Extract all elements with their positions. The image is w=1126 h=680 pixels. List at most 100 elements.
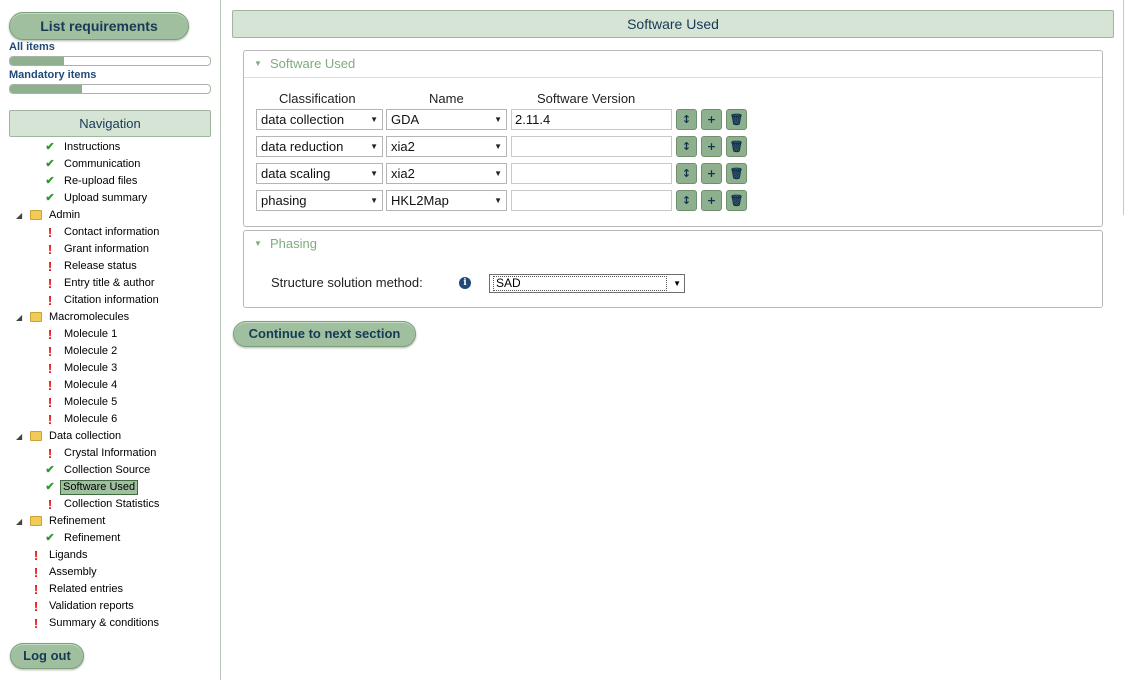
name-select[interactable]: GDA ▼ xyxy=(386,109,507,130)
nav-item[interactable]: ! Molecule 5 xyxy=(0,394,220,411)
name-value: xia2 xyxy=(391,139,415,154)
name-select[interactable]: HKL2Map ▼ xyxy=(386,190,507,211)
collapse-triangle-icon: ▼ xyxy=(254,59,262,68)
add-row-button[interactable]: + xyxy=(701,136,722,157)
nav-item[interactable]: ! Molecule 3 xyxy=(0,360,220,377)
expand-triangle-icon[interactable]: ◢ xyxy=(16,513,22,530)
delete-row-button[interactable]: 🗑 xyxy=(726,136,747,157)
move-row-button[interactable]: ↕ xyxy=(676,163,697,184)
delete-row-button[interactable]: 🗑 xyxy=(726,190,747,211)
nav-item[interactable]: ! Summary & conditions xyxy=(0,615,220,632)
trash-icon: 🗑 xyxy=(729,140,744,153)
nav-item[interactable]: ◢ Refinement xyxy=(0,513,220,530)
nav-item[interactable]: ◢ Macromolecules xyxy=(0,309,220,326)
nav-item-label: Validation reports xyxy=(49,600,134,612)
nav-item[interactable]: ! Assembly xyxy=(0,564,220,581)
nav-item-label: Instructions xyxy=(64,141,121,153)
plus-icon: + xyxy=(706,194,717,207)
software-version-input[interactable] xyxy=(511,163,672,184)
software-row: phasing ▼ HKL2Map ▼ ↕ + 🗑 xyxy=(256,190,756,212)
delete-row-button[interactable]: 🗑 xyxy=(726,109,747,130)
nav-item-label: Summary & conditions xyxy=(49,617,160,629)
nav-item[interactable]: ! Collection Statistics xyxy=(0,496,220,513)
nav-item[interactable]: ✔ Upload summary xyxy=(0,190,220,207)
expand-triangle-icon[interactable]: ◢ xyxy=(16,309,22,326)
move-row-button[interactable]: ↕ xyxy=(676,190,697,211)
nav-item[interactable]: ! Related entries xyxy=(0,581,220,598)
classification-select[interactable]: phasing ▼ xyxy=(256,190,383,211)
nav-item[interactable]: ! Molecule 2 xyxy=(0,343,220,360)
nav-item-label: Macromolecules xyxy=(49,311,130,323)
software-version-input[interactable] xyxy=(511,136,672,157)
classification-select[interactable]: data collection ▼ xyxy=(256,109,383,130)
navigation-header: Navigation xyxy=(9,110,211,137)
nav-item[interactable]: ◢ Data collection xyxy=(0,428,220,445)
nav-item-label: Software Used xyxy=(60,480,139,495)
chevron-down-icon: ▼ xyxy=(370,115,378,124)
move-row-button[interactable]: ↕ xyxy=(676,136,697,157)
info-icon[interactable]: i xyxy=(459,277,471,289)
nav-item[interactable]: ✔ Refinement xyxy=(0,530,220,547)
name-select[interactable]: xia2 ▼ xyxy=(386,163,507,184)
nav-item[interactable]: ! Ligands xyxy=(0,547,220,564)
classification-select[interactable]: data reduction ▼ xyxy=(256,136,383,157)
move-row-button[interactable]: ↕ xyxy=(676,109,697,130)
add-row-button[interactable]: + xyxy=(701,109,722,130)
structure-solution-method-select[interactable]: SAD ▼ xyxy=(489,274,685,293)
nav-item[interactable]: ✔ Instructions xyxy=(0,139,220,156)
navigation-tree: ✔ Instructions ✔ Communication ✔ Re-upload fi… xyxy=(0,139,220,632)
chevron-down-icon: ▼ xyxy=(494,196,502,205)
phasing-panel-header[interactable]: ▼ Phasing xyxy=(244,231,1102,258)
expand-triangle-icon[interactable]: ◢ xyxy=(16,207,22,224)
move-arrows-icon: ↕ xyxy=(681,167,692,180)
nav-item[interactable]: ✔ Collection Source xyxy=(0,462,220,479)
exclamation-icon: ! xyxy=(33,616,39,631)
nav-item[interactable]: ! Validation reports xyxy=(0,598,220,615)
nav-item[interactable]: ! Crystal Information xyxy=(0,445,220,462)
nav-item[interactable]: ! Molecule 6 xyxy=(0,411,220,428)
nav-item[interactable]: ✔ Communication xyxy=(0,156,220,173)
delete-row-button[interactable]: 🗑 xyxy=(726,163,747,184)
software-version-input[interactable]: 2.11.4 xyxy=(511,109,672,130)
nav-item[interactable]: ! Grant information xyxy=(0,241,220,258)
expand-triangle-icon[interactable]: ◢ xyxy=(16,428,22,445)
nav-item[interactable]: ! Molecule 1 xyxy=(0,326,220,343)
trash-icon: 🗑 xyxy=(729,113,744,126)
list-requirements-button[interactable]: List requirements xyxy=(9,12,189,40)
nav-item[interactable]: ✔ Software Used xyxy=(0,479,220,496)
all-items-progress-fill xyxy=(10,57,64,65)
nav-item-label: Crystal Information xyxy=(64,447,157,459)
mandatory-items-progress-bar xyxy=(9,84,211,94)
classification-value: data scaling xyxy=(261,166,331,181)
logout-button[interactable]: Log out xyxy=(10,643,84,669)
nav-item[interactable]: ✔ Re-upload files xyxy=(0,173,220,190)
add-row-button[interactable]: + xyxy=(701,190,722,211)
software-version-input[interactable] xyxy=(511,190,672,211)
name-value: HKL2Map xyxy=(391,193,449,208)
continue-button[interactable]: Continue to next section xyxy=(233,321,416,347)
classification-column-header: Classification xyxy=(279,91,356,106)
classification-value: data collection xyxy=(261,112,345,127)
check-icon: ✔ xyxy=(45,464,55,476)
nav-item[interactable]: ! Contact information xyxy=(0,224,220,241)
nav-item-label: Data collection xyxy=(49,430,122,442)
nav-item-label: Entry title & author xyxy=(64,277,155,289)
nav-item[interactable]: ! Entry title & author xyxy=(0,275,220,292)
nav-item[interactable]: ! Citation information xyxy=(0,292,220,309)
nav-item-label: Molecule 5 xyxy=(64,396,118,408)
nav-item[interactable]: ! Release status xyxy=(0,258,220,275)
name-value: xia2 xyxy=(391,166,415,181)
check-icon: ✔ xyxy=(45,532,55,544)
scroll-edge xyxy=(1123,0,1124,215)
check-icon: ✔ xyxy=(45,481,55,493)
classification-select[interactable]: data scaling ▼ xyxy=(256,163,383,184)
nav-item-label: Release status xyxy=(64,260,137,272)
nav-item[interactable]: ! Molecule 4 xyxy=(0,377,220,394)
nav-item[interactable]: ◢ Admin xyxy=(0,207,220,224)
add-row-button[interactable]: + xyxy=(701,163,722,184)
trash-icon: 🗑 xyxy=(729,167,744,180)
chevron-down-icon: ▼ xyxy=(494,115,502,124)
name-select[interactable]: xia2 ▼ xyxy=(386,136,507,157)
nav-item-label: Related entries xyxy=(49,583,123,595)
software-used-panel-header[interactable]: ▼ Software Used xyxy=(244,51,1102,78)
